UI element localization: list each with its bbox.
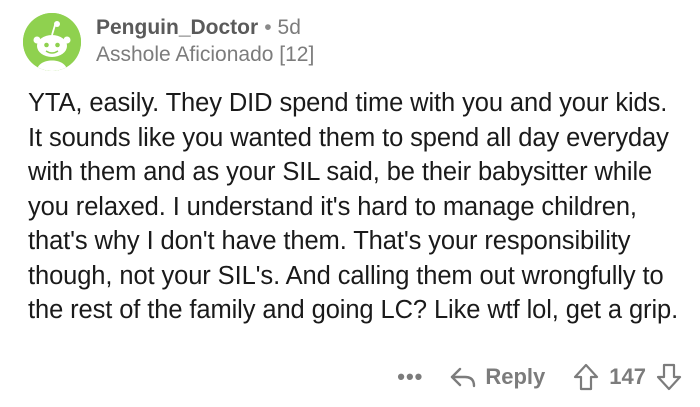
reply-arrow-icon <box>449 365 485 389</box>
comment-body: YTA, easily. They DID spend time with yo… <box>28 89 679 324</box>
comment-age: 5d <box>277 16 301 39</box>
comment: Penguin_Doctor • 5d Asshole Aficionado [12… <box>0 0 700 407</box>
reply-button[interactable]: Reply <box>449 364 545 390</box>
downvote-icon[interactable] <box>656 363 682 391</box>
separator: • <box>264 16 272 39</box>
vote-controls: 147 <box>573 363 682 391</box>
upvote-icon[interactable] <box>573 363 599 391</box>
comment-actions: ••• Reply 147 <box>397 359 682 395</box>
vote-count: 147 <box>609 364 646 389</box>
author-line: Penguin_Doctor • 5d <box>96 15 314 41</box>
reply-label: Reply <box>485 364 546 389</box>
more-options-button[interactable]: ••• <box>397 366 423 388</box>
snoo-avatar-icon <box>23 13 81 71</box>
comment-header: Penguin_Doctor • 5d Asshole Aficionado [12… <box>96 15 314 68</box>
user-flair: Asshole Aficionado [12] <box>96 43 315 66</box>
username[interactable]: Penguin_Doctor <box>96 16 258 39</box>
avatar[interactable] <box>23 13 81 71</box>
